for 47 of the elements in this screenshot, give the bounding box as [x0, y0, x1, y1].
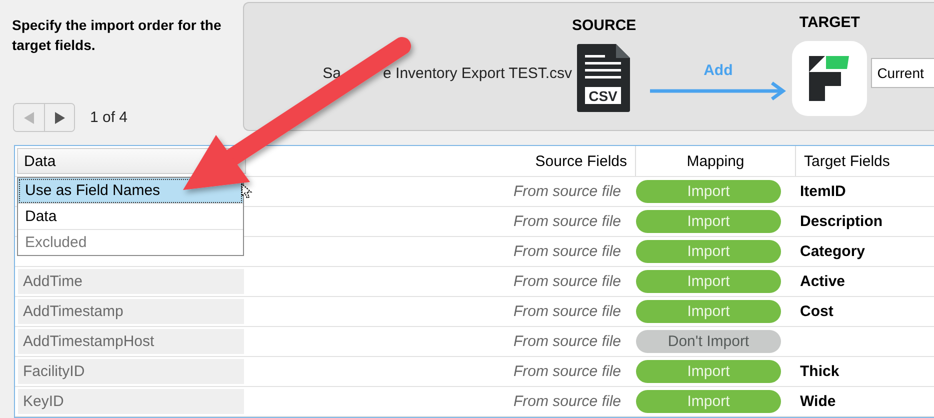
- dropdown-option[interactable]: Data: [18, 204, 243, 230]
- target-cell: Cost: [800, 303, 834, 320]
- csv-file-icon: CSV: [576, 44, 632, 112]
- target-cell: Thick: [800, 363, 840, 380]
- target-cell: Active: [800, 273, 846, 290]
- target-cell: Wide: [800, 393, 836, 410]
- right-triangle-icon: [54, 112, 66, 124]
- mapping-toggle[interactable]: Import: [636, 300, 781, 323]
- next-button[interactable]: [44, 104, 74, 131]
- target-heading: TARGET: [799, 14, 860, 30]
- source-cell: From source file: [513, 183, 621, 200]
- target-field[interactable]: Current: [871, 58, 934, 88]
- app-logo-icon: [792, 40, 868, 116]
- data-cell: KeyID: [18, 389, 244, 414]
- column-header: Target Fields: [795, 146, 934, 176]
- right-arrow-icon: [648, 81, 788, 101]
- data-cell: AddTime: [18, 269, 244, 294]
- source-cell: From source file: [513, 393, 621, 410]
- source-cell: From source file: [513, 333, 621, 350]
- data-cell: AddTimestamp: [18, 299, 244, 324]
- action-label: Add: [704, 62, 733, 79]
- data-cell: FacilityID: [18, 359, 244, 384]
- mapping-toggle[interactable]: Import: [636, 210, 781, 233]
- target-cell: ItemID: [800, 183, 846, 200]
- file-name: Sa: [322, 65, 342, 82]
- page-counter: 1 of 4: [90, 109, 128, 126]
- mapping-toggle[interactable]: Import: [636, 240, 781, 263]
- instruction-text: Specify the import order for the target fields.: [11, 16, 222, 55]
- left-triangle-icon: [23, 112, 35, 124]
- source-cell: From source file: [513, 243, 621, 260]
- mapping-toggle[interactable]: Don't Import: [636, 330, 781, 353]
- data-cell: AddTimestampHost: [18, 329, 244, 354]
- source-cell: From source file: [513, 273, 621, 290]
- source-heading: SOURCE: [572, 17, 636, 34]
- source-cell: From source file: [513, 363, 621, 380]
- target-cell: Category: [800, 243, 866, 260]
- target-cell: Description: [800, 213, 883, 230]
- column-header: Source Fields: [534, 152, 628, 172]
- mapping-toggle[interactable]: Import: [636, 180, 781, 203]
- source-cell: From source file: [513, 213, 621, 230]
- source-cell: From source file: [513, 303, 621, 320]
- file-name: e Inventory Export TEST.csv: [383, 65, 572, 82]
- mapping-toggle[interactable]: Import: [636, 270, 781, 293]
- mapping-toggle[interactable]: Import: [636, 360, 781, 383]
- column-header: Mapping: [635, 146, 795, 176]
- dropdown-option[interactable]: Use as Field Names: [18, 178, 243, 204]
- mapping-toggle[interactable]: Import: [636, 390, 781, 413]
